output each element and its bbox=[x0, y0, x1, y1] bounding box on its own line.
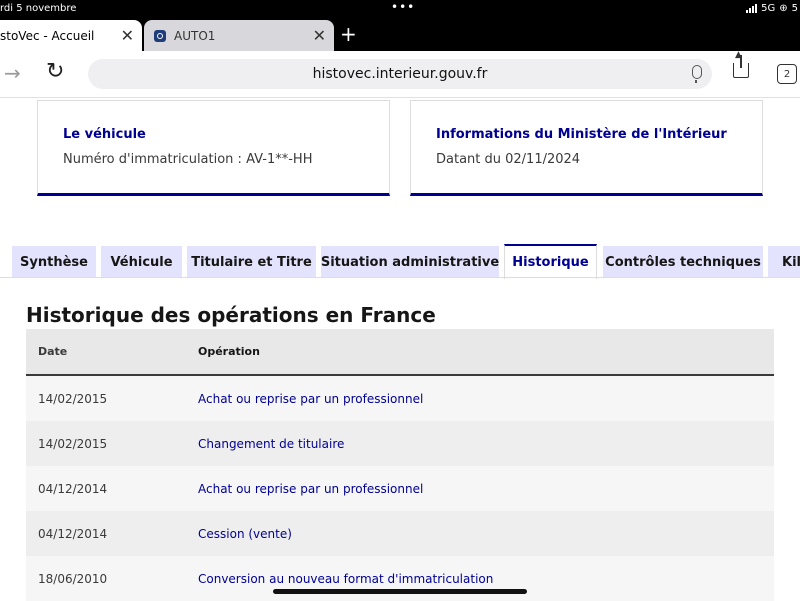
status-indicators: 5G ⊕ 5 bbox=[746, 3, 798, 14]
row-date: 18/06/2010 bbox=[38, 571, 108, 586]
row-date: 04/12/2014 bbox=[38, 481, 108, 496]
page-title: Historique des opérations en France bbox=[26, 303, 436, 327]
home-indicator[interactable] bbox=[273, 589, 527, 594]
multitasking-dots-icon[interactable]: ••• bbox=[391, 0, 415, 14]
tab-vehicule[interactable]: Véhicule bbox=[101, 246, 182, 278]
row-operation: Achat ou reprise par un professionnel bbox=[198, 391, 424, 406]
table-row: 14/02/2015 Changement de titulaire bbox=[26, 421, 774, 466]
row-date: 04/12/2014 bbox=[38, 526, 108, 541]
battery-icon: ⊕ bbox=[779, 3, 788, 14]
browser-tab-auto1[interactable]: AUTO1 ✕ bbox=[144, 20, 334, 51]
card-text: Datant du 02/11/2024 bbox=[436, 152, 581, 167]
status-bar: rdi 5 novembre ••• 5G ⊕ 5 bbox=[0, 0, 800, 20]
tab-titulaire-titre[interactable]: Titulaire et Titre bbox=[187, 246, 316, 278]
row-operation: Conversion au nouveau format d'immatricu… bbox=[198, 571, 494, 586]
battery-label: 5 bbox=[791, 3, 798, 14]
close-tab-icon[interactable]: ✕ bbox=[313, 26, 326, 45]
auto1-favicon-icon bbox=[154, 29, 166, 42]
card-text: Numéro d'immatriculation : AV-1**-HH bbox=[63, 152, 313, 167]
close-tab-icon[interactable]: ✕ bbox=[121, 26, 134, 45]
status-date: rdi 5 novembre bbox=[0, 3, 77, 14]
tab-kilometrage[interactable]: Kilo bbox=[768, 246, 800, 278]
row-operation: Achat ou reprise par un professionnel bbox=[198, 481, 424, 496]
browser-tab-title: stoVec - Accueil bbox=[0, 28, 95, 43]
browser-tab-strip: stoVec - Accueil ✕ AUTO1 ✕ + bbox=[0, 20, 800, 51]
tab-historique[interactable]: Historique bbox=[504, 244, 597, 279]
ministry-info-card: Informations du Ministère de l'Intérieur… bbox=[410, 100, 763, 196]
signal-icon bbox=[746, 4, 758, 13]
tab-synthese[interactable]: Synthèse bbox=[12, 246, 96, 278]
new-tab-plus-icon[interactable]: + bbox=[340, 22, 357, 46]
card-title: Informations du Ministère de l'Intérieur bbox=[436, 127, 727, 142]
column-header-date: Date bbox=[38, 345, 68, 358]
row-operation: Changement de titulaire bbox=[198, 436, 345, 451]
reload-icon[interactable]: ↻ bbox=[46, 59, 64, 84]
tab-situation-administrative[interactable]: Situation administrative bbox=[321, 246, 499, 278]
table-row: 04/12/2014 Cession (vente) bbox=[26, 511, 774, 556]
table-header: Date Opération bbox=[26, 329, 774, 376]
browser-toolbar: → ↻ histovec.interieur.gouv.fr 2 bbox=[0, 50, 800, 98]
row-date: 14/02/2015 bbox=[38, 436, 108, 451]
microphone-icon[interactable] bbox=[692, 65, 702, 83]
table-row: 04/12/2014 Achat ou reprise par un profe… bbox=[26, 466, 774, 511]
report-tabs: Synthèse Véhicule Titulaire et Titre Sit… bbox=[0, 244, 800, 279]
share-icon[interactable] bbox=[733, 50, 749, 78]
history-table: Date Opération 14/02/2015 Achat ou repri… bbox=[26, 329, 774, 601]
table-row: 18/06/2010 Conversion au nouveau format … bbox=[26, 556, 774, 601]
tab-controles-techniques[interactable]: Contrôles techniques bbox=[603, 246, 763, 278]
tab-overview-button[interactable]: 2 bbox=[777, 64, 797, 84]
forward-arrow-icon[interactable]: → bbox=[4, 61, 21, 85]
url-text: histovec.interieur.gouv.fr bbox=[312, 66, 488, 82]
browser-tab-title: AUTO1 bbox=[174, 28, 216, 43]
column-header-operation: Opération bbox=[198, 345, 260, 358]
row-operation: Cession (vente) bbox=[198, 526, 292, 541]
vehicle-card: Le véhicule Numéro d'immatriculation : A… bbox=[37, 100, 390, 196]
network-label: 5G bbox=[761, 3, 776, 14]
browser-tab-histovec[interactable]: stoVec - Accueil ✕ bbox=[0, 20, 142, 51]
address-bar[interactable]: histovec.interieur.gouv.fr bbox=[88, 59, 712, 89]
card-title: Le véhicule bbox=[63, 127, 146, 142]
row-date: 14/02/2015 bbox=[38, 391, 108, 406]
table-row: 14/02/2015 Achat ou reprise par un profe… bbox=[26, 376, 774, 421]
